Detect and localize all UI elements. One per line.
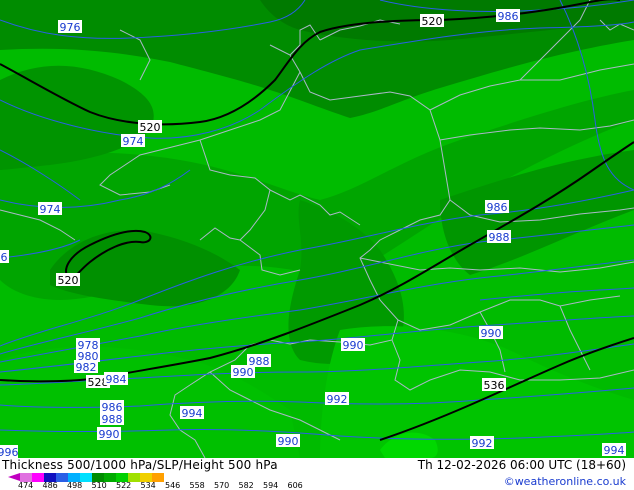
svg-text:988: 988 bbox=[489, 231, 510, 244]
thickness-label: 520 bbox=[56, 273, 80, 287]
isobar-label: 996 bbox=[0, 445, 19, 458]
isobar-label: 982 bbox=[74, 360, 98, 374]
thickness-label: 520 bbox=[420, 14, 444, 28]
svg-text:988: 988 bbox=[102, 413, 123, 426]
isobar-label: 986 bbox=[100, 400, 124, 414]
scale-tick-label: 474 bbox=[18, 481, 34, 490]
weather-map: 520 520 520 528 536 976 986 974 974 6 98… bbox=[0, 0, 634, 458]
isobar-label: 990 bbox=[341, 338, 365, 352]
map-title: Thickness 500/1000 hPa/SLP/Height 500 hP… bbox=[2, 458, 278, 472]
scale-tick-label: 510 bbox=[91, 481, 107, 490]
svg-text:996: 996 bbox=[0, 446, 19, 458]
svg-text:994: 994 bbox=[604, 444, 625, 457]
scale-tick-label: 558 bbox=[189, 481, 205, 490]
isobar-label: 974 bbox=[38, 202, 62, 216]
source-credit[interactable]: ©weatheronline.co.uk bbox=[504, 475, 626, 488]
svg-text:992: 992 bbox=[327, 393, 348, 406]
scale-tick-label: 546 bbox=[165, 481, 181, 490]
svg-text:994: 994 bbox=[182, 407, 203, 420]
isobar-label: 990 bbox=[479, 326, 503, 340]
map-canvas: 520 520 520 528 536 976 986 974 974 6 98… bbox=[0, 0, 634, 458]
svg-text:990: 990 bbox=[481, 327, 502, 340]
isobar-label: 988 bbox=[487, 230, 511, 244]
isobar-label: 988 bbox=[100, 412, 124, 426]
thickness-label: 520 bbox=[138, 120, 162, 134]
scale-tick-label: 486 bbox=[42, 481, 58, 490]
isobar-label: 976 bbox=[58, 20, 82, 34]
isobar-label: 986 bbox=[496, 9, 520, 23]
scale-tick-label: 606 bbox=[287, 481, 303, 490]
scale-tick-label: 534 bbox=[140, 481, 156, 490]
svg-text:986: 986 bbox=[498, 10, 519, 23]
svg-text:982: 982 bbox=[76, 361, 97, 374]
thickness-label: 536 bbox=[482, 378, 506, 392]
svg-text:974: 974 bbox=[123, 135, 144, 148]
svg-text:520: 520 bbox=[140, 121, 161, 134]
scale-tick-label: 594 bbox=[263, 481, 279, 490]
scale-tick-label: 522 bbox=[116, 481, 132, 490]
svg-text:984: 984 bbox=[106, 373, 127, 386]
scale-tick-label: 498 bbox=[67, 481, 83, 490]
weather-map-frame: 520 520 520 528 536 976 986 974 974 6 98… bbox=[0, 0, 634, 490]
svg-text:974: 974 bbox=[40, 203, 61, 216]
svg-text:990: 990 bbox=[278, 435, 299, 448]
isobar-label: 992 bbox=[325, 392, 349, 406]
svg-text:990: 990 bbox=[99, 428, 120, 441]
scale-arrow-icon bbox=[8, 473, 20, 481]
isobar-label: 984 bbox=[104, 372, 128, 386]
isobar-label: 994 bbox=[180, 406, 204, 420]
svg-text:990: 990 bbox=[233, 366, 254, 379]
isobar-label: 990 bbox=[231, 365, 255, 379]
valid-time: Th 12-02-2026 06:00 UTC (18+60) bbox=[417, 458, 626, 472]
svg-text:986: 986 bbox=[487, 201, 508, 214]
scale-tick-label: 570 bbox=[214, 481, 230, 490]
svg-text:992: 992 bbox=[472, 437, 493, 450]
map-footer: Thickness 500/1000 hPa/SLP/Height 500 hP… bbox=[0, 458, 634, 490]
isobar-label: 974 bbox=[121, 134, 145, 148]
svg-text:976: 976 bbox=[60, 21, 81, 34]
svg-text:6: 6 bbox=[1, 251, 8, 264]
svg-text:536: 536 bbox=[484, 379, 505, 392]
svg-text:990: 990 bbox=[343, 339, 364, 352]
isobar-label: 986 bbox=[485, 200, 509, 214]
isobar-label: 990 bbox=[97, 427, 121, 441]
scale-tick-label: 582 bbox=[238, 481, 254, 490]
svg-text:520: 520 bbox=[422, 15, 443, 28]
isobar-label: 6 bbox=[0, 250, 9, 264]
isobar-label: 992 bbox=[470, 436, 494, 450]
isobar-label: 994 bbox=[602, 443, 626, 457]
svg-text:520: 520 bbox=[58, 274, 79, 287]
isobar-label: 990 bbox=[276, 434, 300, 448]
